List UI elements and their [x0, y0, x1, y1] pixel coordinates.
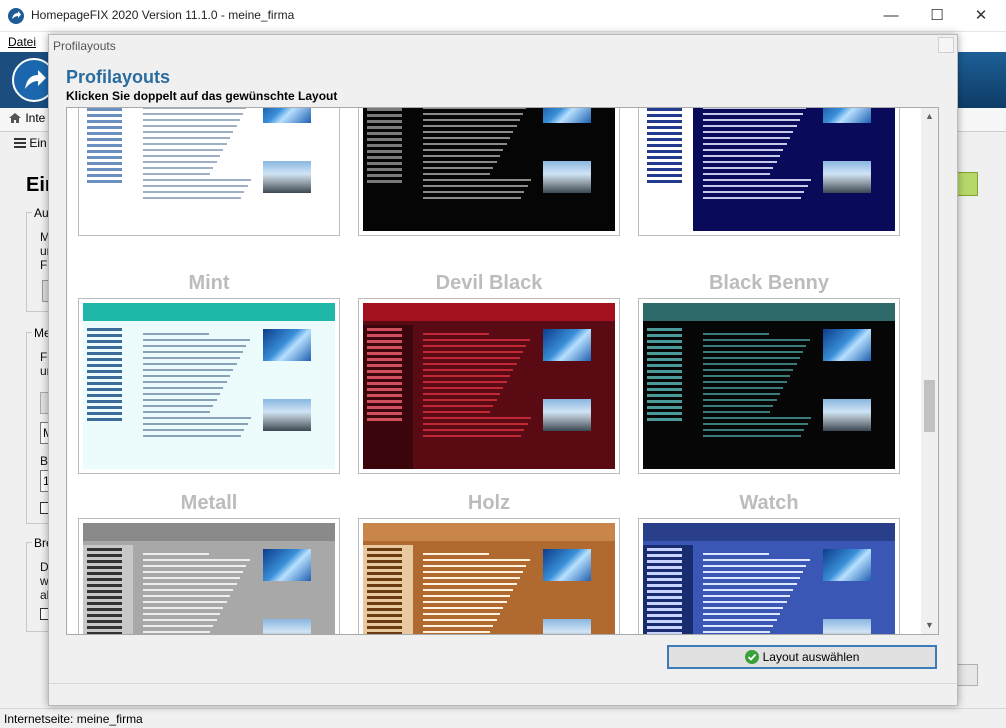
tab-internet-label: Inte: [25, 111, 46, 125]
preview-image: [543, 329, 591, 361]
status-text: Internetseite: meine_firma: [4, 712, 143, 726]
banner-edge: [956, 52, 1006, 108]
minimize-button[interactable]: —: [868, 0, 914, 32]
layout-name: Devil Black: [435, 272, 543, 294]
preview-image: [263, 329, 311, 361]
preview-nav: [643, 325, 693, 469]
preview-text: [143, 108, 253, 203]
preview-header: [83, 523, 335, 541]
select-layout-button[interactable]: Layout auswählen: [667, 645, 937, 669]
hamburger-icon: [14, 138, 26, 148]
green-action-button[interactable]: [956, 172, 978, 196]
preview-image: [823, 329, 871, 361]
layout-preview: [83, 108, 335, 231]
preview-image: [823, 108, 871, 123]
preview-text: [703, 549, 813, 634]
preview-header: [83, 303, 335, 321]
profilayouts-dialog: Profilayouts Profilayouts Klicken Sie do…: [48, 34, 958, 706]
preview-text: [703, 108, 813, 203]
status-bar: Internetseite: meine_firma: [0, 708, 1006, 728]
preview-nav: [83, 108, 133, 231]
preview-nav: [363, 108, 413, 231]
scroll-thumb[interactable]: [924, 380, 935, 432]
layout-thumbnail[interactable]: [638, 298, 900, 474]
preview-image: [263, 549, 311, 581]
tab-settings[interactable]: Ein: [14, 136, 47, 150]
scroll-up-arrow-icon[interactable]: ▲: [921, 108, 938, 125]
check-circle-icon: [744, 650, 759, 664]
preview-image: [263, 161, 311, 193]
window-title: HomepageFIX 2020 Version 11.1.0 - meine_…: [31, 8, 295, 22]
preview-image: [263, 399, 311, 431]
layout-thumbnail[interactable]: [358, 518, 620, 634]
close-button[interactable]: ✕: [958, 0, 1004, 32]
preview-header: [363, 523, 615, 541]
layout-preview: [83, 523, 335, 634]
tab-settings-label: Ein: [29, 136, 47, 150]
preview-nav: [363, 545, 413, 634]
dialog-window-title: Profilayouts: [53, 39, 116, 53]
preview-image: [543, 108, 591, 123]
layout-thumbnail[interactable]: [358, 298, 620, 474]
preview-nav: [83, 325, 133, 469]
background-right-button[interactable]: [956, 664, 978, 686]
layout-thumbnail[interactable]: [78, 108, 340, 236]
layout-thumbnail[interactable]: [78, 298, 340, 474]
layout-preview: [363, 108, 615, 231]
preview-image: [823, 161, 871, 193]
layout-preview: [643, 523, 895, 634]
preview-image: [543, 161, 591, 193]
preview-nav: [643, 545, 693, 634]
layout-name: Metall: [180, 492, 238, 514]
preview-image: [543, 399, 591, 431]
preview-nav: [363, 325, 413, 469]
preview-header: [643, 303, 895, 321]
layout-name: Mint: [188, 272, 230, 294]
preview-header: [643, 523, 895, 541]
layout-name: Watch: [739, 492, 799, 514]
preview-nav: [83, 545, 133, 634]
app-logo-icon: [8, 8, 24, 24]
preview-text: [423, 329, 533, 441]
preview-text: [423, 108, 533, 203]
home-icon: [8, 112, 22, 124]
title-bar: HomepageFIX 2020 Version 11.1.0 - meine_…: [0, 0, 1006, 32]
dialog-heading: Profilayouts: [66, 67, 171, 87]
layout-thumbnail[interactable]: [638, 108, 900, 236]
scroll-down-arrow-icon[interactable]: ▼: [921, 617, 938, 634]
preview-header: [363, 303, 615, 321]
layout-gallery[interactable]: Mint Devil Black Black Benny Metall Holz Watc…: [66, 107, 939, 635]
layout-thumbnail[interactable]: [638, 518, 900, 634]
preview-image: [543, 549, 591, 581]
preview-text: [703, 329, 813, 441]
preview-text: [423, 549, 533, 634]
layout-preview: [363, 303, 615, 469]
preview-image: [823, 619, 871, 634]
preview-image: [823, 549, 871, 581]
gallery-scrollbar[interactable]: ▲ ▼: [921, 108, 938, 634]
preview-image: [543, 619, 591, 634]
preview-nav: [643, 108, 693, 231]
layout-thumbnail[interactable]: [78, 518, 340, 634]
layout-preview: [643, 108, 895, 231]
maximize-button[interactable]: ☐: [914, 0, 960, 32]
layout-preview: [363, 523, 615, 634]
preview-image: [263, 108, 311, 123]
layout-name: Black Benny: [708, 272, 830, 294]
select-layout-label: Layout auswählen: [762, 650, 860, 664]
preview-text: [143, 549, 253, 634]
preview-image: [823, 399, 871, 431]
dialog-close-button[interactable]: [938, 37, 954, 53]
layout-name: Holz: [467, 492, 511, 514]
tab-internet[interactable]: Inte: [8, 111, 45, 125]
dialog-subheading: Klicken Sie doppelt auf das gewünschte L…: [66, 89, 338, 103]
menu-file[interactable]: Datei: [8, 35, 36, 49]
layout-thumbnail[interactable]: [358, 108, 620, 236]
preview-text: [143, 329, 253, 441]
preview-image: [263, 619, 311, 634]
layout-preview: [643, 303, 895, 469]
dialog-bottom-divider: [49, 683, 957, 684]
layout-preview: [83, 303, 335, 469]
